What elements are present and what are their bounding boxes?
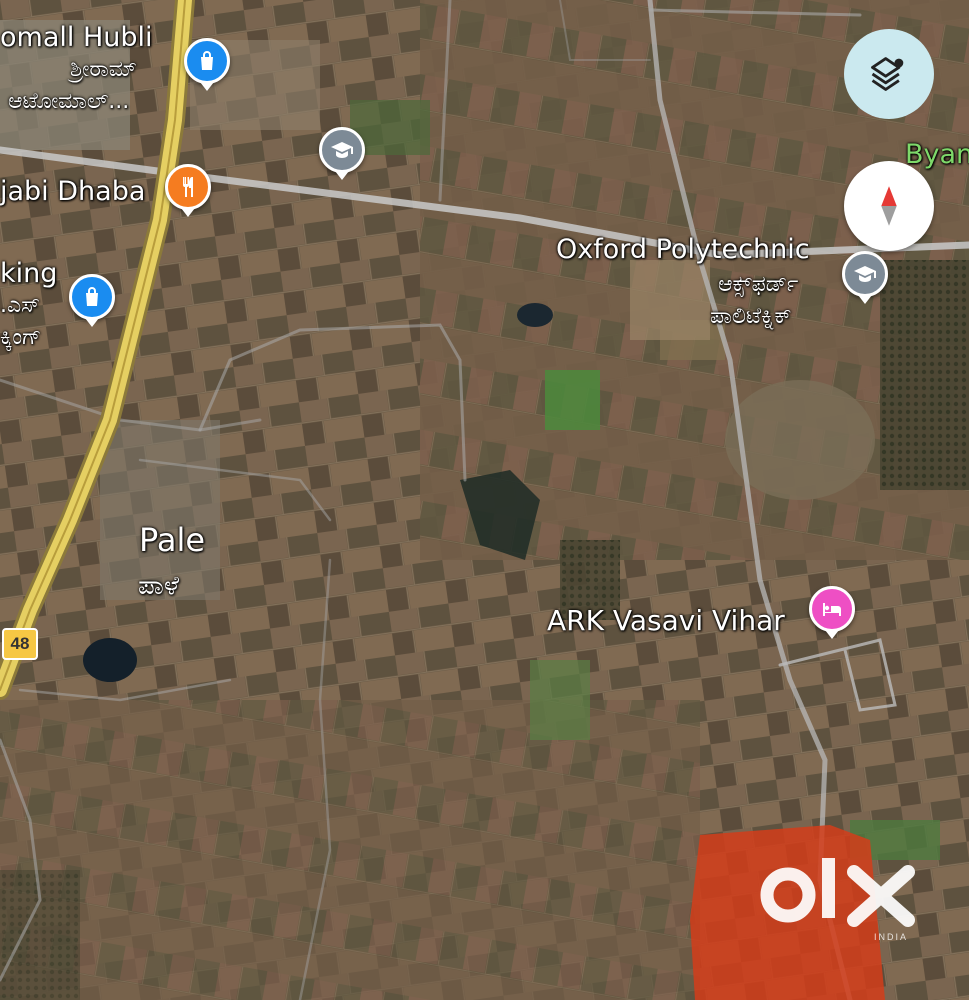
shopping-pin-king[interactable] bbox=[69, 274, 115, 327]
bed-icon bbox=[823, 603, 841, 616]
shopping-bag-icon bbox=[201, 51, 213, 70]
king-label-kn2[interactable]: ಕ್ಕಿಂಗ್ bbox=[0, 325, 41, 350]
graduation-cap-icon bbox=[854, 266, 876, 282]
olx-watermark: INDIA bbox=[756, 850, 936, 945]
compass-button[interactable] bbox=[844, 161, 934, 251]
oxford-label-kn1[interactable]: ಆಕ್ಸ್‌ಫರ್ಡ್ bbox=[718, 272, 798, 297]
ark-label[interactable]: ARK Vasavi Vihar bbox=[547, 605, 785, 637]
oxford-label-en[interactable]: Oxford Polytechnic bbox=[556, 235, 810, 265]
king-label-en[interactable]: king bbox=[0, 259, 57, 289]
mall-label-kn1[interactable]: ಶ್ರೀರಾಮ್ bbox=[70, 57, 137, 82]
oxford-label-kn2[interactable]: ಪಾಲಿಟೆಕ್ನಿಕ್ bbox=[710, 304, 791, 329]
mall-label-en[interactable]: omall Hubli bbox=[0, 23, 153, 53]
highway-48-shield: 48 bbox=[2, 628, 38, 660]
fork-knife-icon bbox=[183, 177, 193, 197]
pale-label-en[interactable]: Pale bbox=[139, 522, 205, 558]
byan-label[interactable]: Byan bbox=[905, 140, 969, 170]
graduation-cap-icon bbox=[331, 142, 353, 158]
polytechnic-pin[interactable] bbox=[842, 251, 888, 304]
shopping-pin-mall[interactable] bbox=[184, 38, 230, 91]
dhaba-label[interactable]: jabi Dhaba bbox=[0, 177, 145, 207]
restaurant-pin[interactable] bbox=[165, 164, 211, 217]
olx-india-text: INDIA bbox=[874, 932, 909, 942]
hotel-pin[interactable] bbox=[809, 586, 855, 639]
compass-icon bbox=[881, 186, 897, 226]
pale-label-kn[interactable]: ಪಾಳೆ bbox=[138, 572, 179, 601]
layers-icon bbox=[871, 57, 904, 91]
olx-logo bbox=[760, 858, 915, 927]
king-label-kn1[interactable]: .ಎಸ್ bbox=[0, 293, 40, 318]
mall-label-kn2[interactable]: ಆಟೋಮಾಲ್... bbox=[8, 89, 129, 114]
school-pin[interactable] bbox=[319, 127, 365, 180]
layers-button[interactable] bbox=[844, 29, 934, 119]
shopping-bag-icon bbox=[86, 287, 98, 306]
